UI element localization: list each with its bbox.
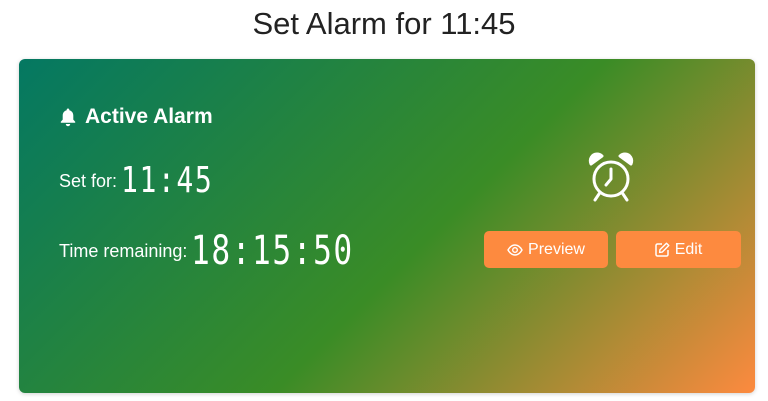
- time-remaining-value: 18:15:50: [191, 228, 355, 274]
- active-alarm-card: Active Alarm Set for: 11:45 Time remaini…: [19, 59, 755, 393]
- bell-icon: [60, 108, 76, 127]
- time-remaining-row: Time remaining: 18:15:50: [59, 229, 400, 273]
- set-for-time: 11:45: [121, 160, 214, 201]
- page-title: Set Alarm for 11:45: [252, 6, 516, 41]
- time-remaining-label: Time remaining:: [59, 241, 188, 261]
- edit-icon: [654, 242, 670, 257]
- preview-button[interactable]: Preview: [484, 231, 608, 268]
- card-heading: Active Alarm: [59, 104, 213, 130]
- eye-icon: [507, 243, 523, 256]
- set-for-label: Set for:: [59, 171, 118, 191]
- edit-button[interactable]: Edit: [616, 231, 741, 268]
- preview-button-label: Preview: [528, 240, 585, 258]
- card-heading-text: Active Alarm: [85, 105, 213, 128]
- alarm-clock-icon: [588, 152, 634, 202]
- page: Set Alarm for 11:45 Active Alarm Set for…: [0, 0, 768, 401]
- edit-button-label: Edit: [674, 240, 703, 258]
- set-for-row: Set for: 11:45: [59, 159, 239, 203]
